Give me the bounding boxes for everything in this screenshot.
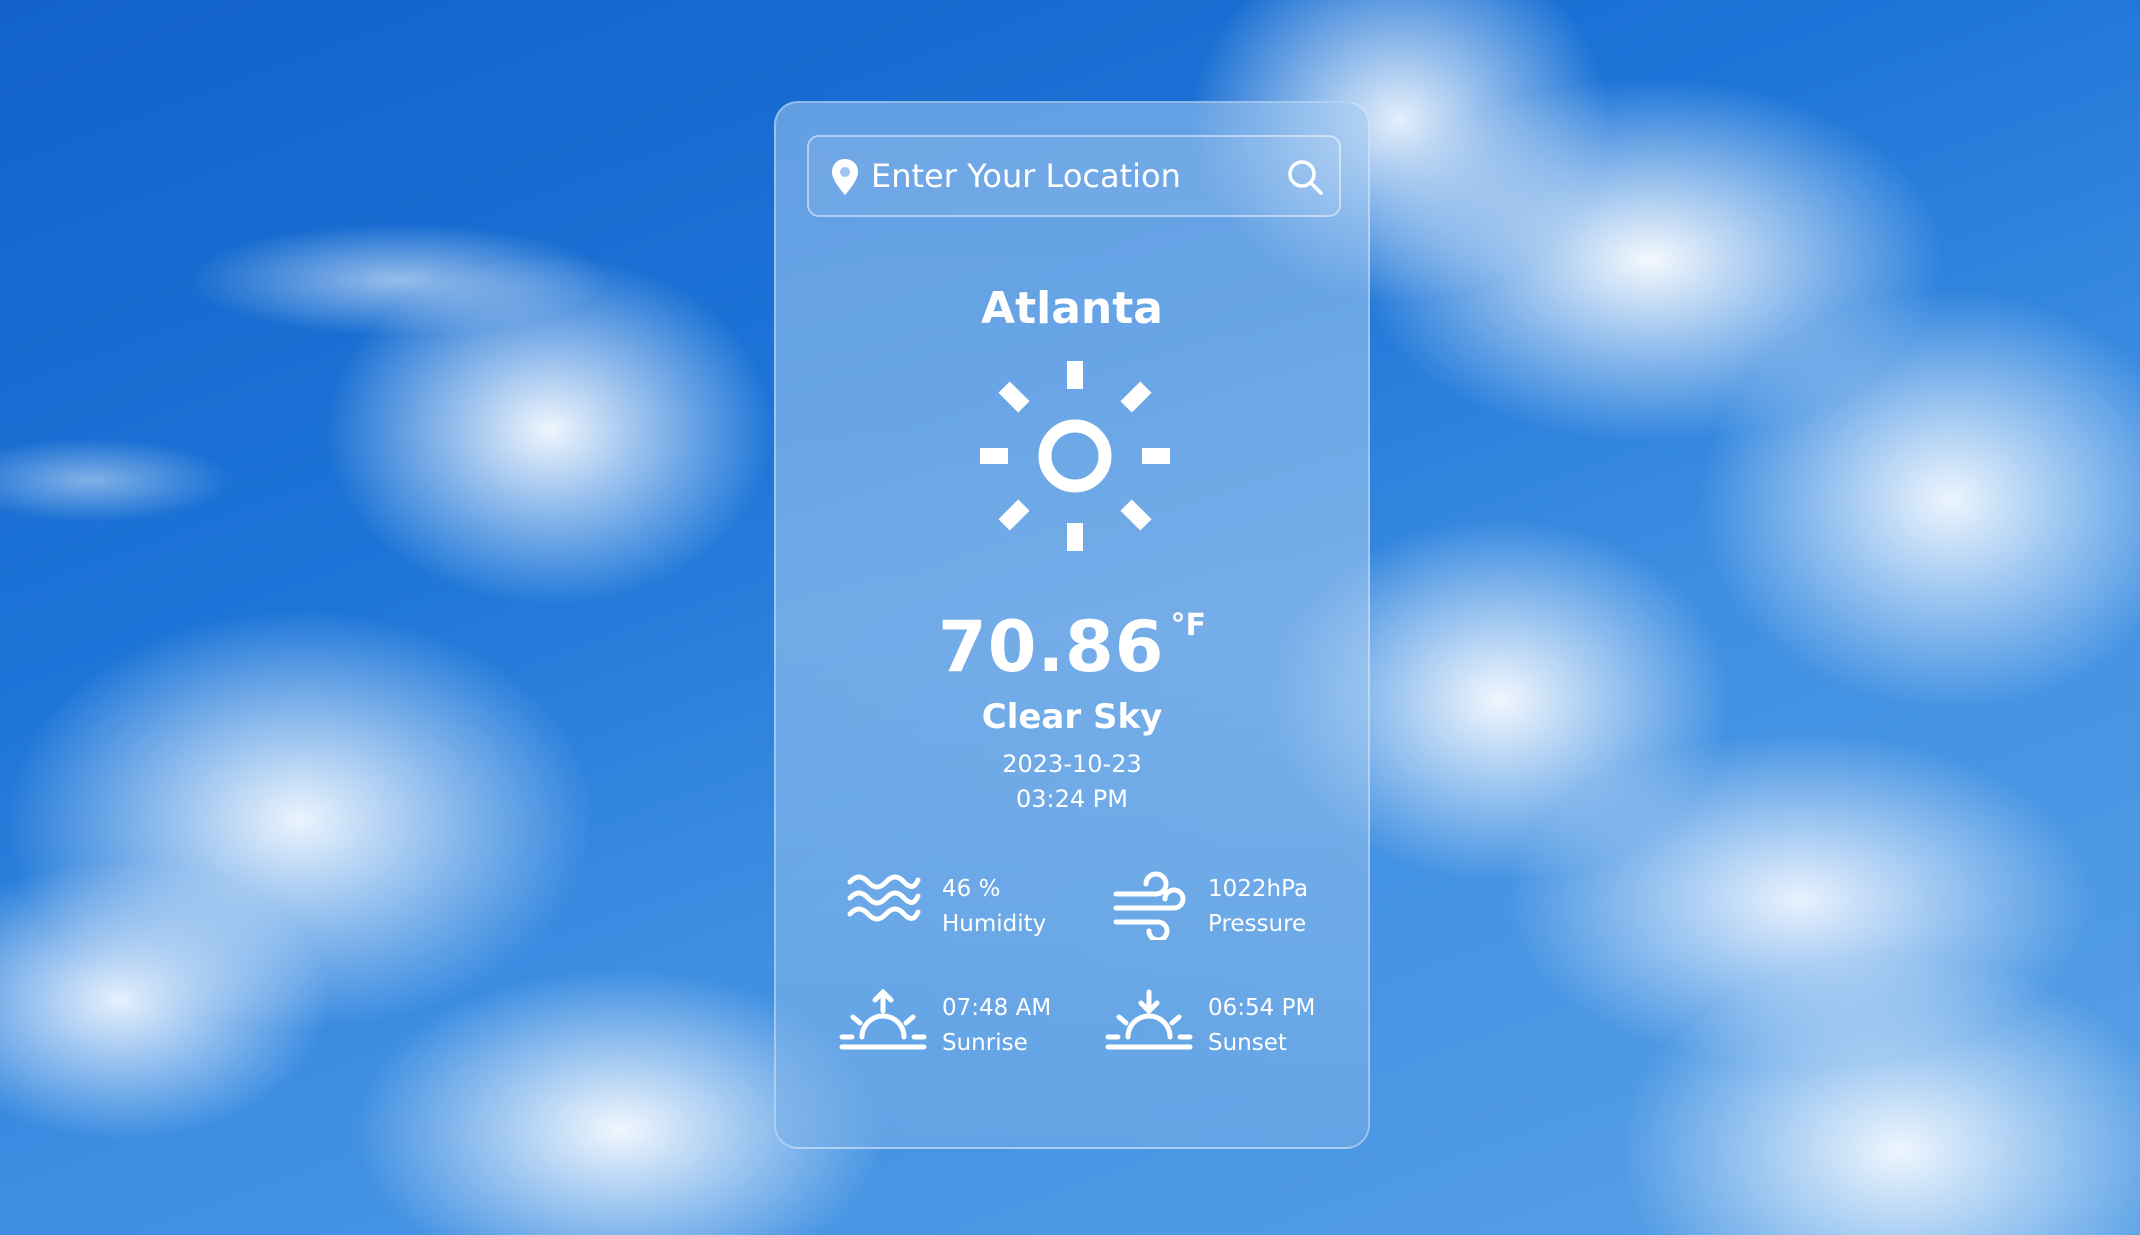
- waves-icon: [847, 874, 921, 922]
- location-input[interactable]: [871, 151, 1271, 201]
- weather-card: Atlanta 70.86°F Clear Sky 2023-10-23 03:…: [774, 101, 1370, 1149]
- humidity-value: 46 %: [942, 876, 1001, 902]
- sunset-icon: [1105, 989, 1193, 1050]
- sunrise-label: Sunrise: [942, 1030, 1028, 1056]
- sunrise-value: 07:48 AM: [942, 995, 1052, 1021]
- pressure-stat: 1022hPa Pressure: [1112, 870, 1352, 950]
- sun-icon: [980, 361, 1170, 551]
- search-icon[interactable]: [1285, 157, 1325, 197]
- temperature-value: 70.86: [938, 606, 1165, 688]
- pressure-label: Pressure: [1208, 911, 1307, 937]
- sunset-stat: 06:54 PM Sunset: [1104, 989, 1344, 1069]
- temperature-unit: °F: [1170, 608, 1206, 643]
- pressure-value: 1022hPa: [1208, 876, 1309, 902]
- sunset-value: 06:54 PM: [1208, 995, 1316, 1021]
- wind-icon: [1113, 871, 1186, 940]
- weather-condition: Clear Sky: [981, 697, 1163, 737]
- sunset-label: Sunset: [1208, 1030, 1287, 1056]
- humidity-label: Humidity: [942, 911, 1047, 937]
- sunrise-stat: 07:48 AM Sunrise: [838, 989, 1078, 1069]
- location-search-bar: [807, 135, 1341, 217]
- weather-date: 2023-10-23: [1002, 750, 1142, 778]
- sunrise-icon: [839, 989, 927, 1050]
- location-pin-icon: [832, 159, 858, 195]
- city-name: Atlanta: [981, 283, 1163, 334]
- temperature-display: 70.86 °F: [776, 608, 1368, 683]
- humidity-stat: 46 % Humidity: [846, 870, 1086, 950]
- weather-time: 03:24 PM: [1016, 785, 1128, 813]
